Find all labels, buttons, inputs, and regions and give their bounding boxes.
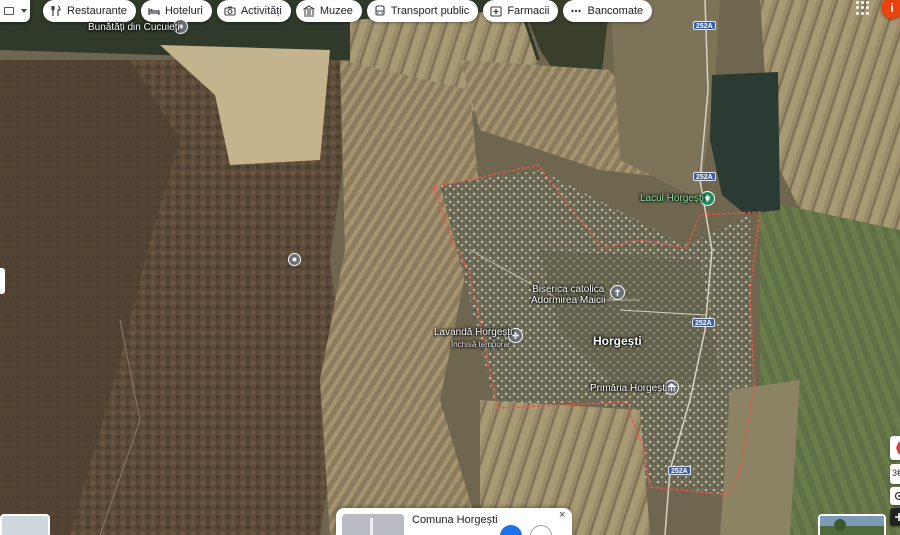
zoom-level-button[interactable]: 3€ <box>890 464 900 484</box>
menu-icon <box>3 7 14 15</box>
atm-icon <box>571 9 582 13</box>
category-chips: Restaurante Hoteluri Activități Muzee Tr… <box>43 0 653 22</box>
place-card-title: Comuna Horgești <box>412 514 498 526</box>
chip-restaurants[interactable]: Restaurante <box>43 0 136 22</box>
place-label-line: Biserica catolica <box>532 284 605 295</box>
plus-icon <box>895 513 900 521</box>
save-button[interactable] <box>530 525 552 535</box>
place-label-lavanda[interactable]: Lavandă Horgești <box>434 327 512 338</box>
museum-icon <box>302 5 315 17</box>
chip-pharmacies[interactable]: Farmacii <box>483 0 559 22</box>
lake-icon <box>704 194 711 203</box>
layers-thumbnail[interactable] <box>0 514 50 535</box>
chip-label: Farmacii <box>507 5 550 17</box>
compass-button[interactable] <box>890 436 900 460</box>
place-label-biserica[interactable]: Biserica catolica Adormirea Maicii <box>531 284 605 306</box>
place-card[interactable]: Comuna Horgești × <box>336 508 572 535</box>
pharmacy-icon <box>490 6 502 17</box>
place-photo[interactable] <box>342 514 404 535</box>
bed-icon <box>148 8 160 15</box>
street-view-thumbnail[interactable] <box>818 514 886 535</box>
chip-label: Transport public <box>390 5 470 17</box>
fork-knife-icon <box>51 5 61 16</box>
church-cross-icon <box>615 288 620 297</box>
layers-toggle[interactable] <box>0 0 30 22</box>
place-status-lavanda: Închisă temporar <box>451 340 511 349</box>
apps-grid-icon[interactable] <box>856 1 870 15</box>
place-pin-icon <box>292 257 297 262</box>
location-target-icon <box>894 491 900 501</box>
chip-label: Muzee <box>319 5 353 17</box>
place-pin-unnamed[interactable] <box>288 253 301 266</box>
road-shield: 252A <box>668 466 691 475</box>
zoom-value: 3€ <box>892 468 900 478</box>
chip-label: Restaurante <box>67 5 127 17</box>
place-pin-biserica[interactable] <box>610 285 625 300</box>
place-label-bunatati[interactable]: Bunătăți din Cucuieți <box>88 22 180 33</box>
place-label-line: Adormirea Maicii <box>531 295 606 306</box>
chip-museums[interactable]: Muzee <box>295 0 362 22</box>
account-avatar[interactable]: i <box>881 0 900 19</box>
close-icon[interactable]: × <box>559 510 565 521</box>
account-initial: i <box>890 1 894 15</box>
road-shield: 252A <box>693 21 716 30</box>
zoom-in-button[interactable] <box>890 508 900 526</box>
caret-down-icon <box>20 9 27 13</box>
bus-icon <box>375 5 385 16</box>
place-label-primaria[interactable]: Primăria Horgești <box>590 383 667 394</box>
road-shield: 252A <box>692 318 715 327</box>
town-hall-icon <box>667 383 676 392</box>
satellite-map[interactable] <box>0 0 900 535</box>
side-panel-toggle[interactable] <box>0 268 5 294</box>
chip-atms[interactable]: Bancomate <box>563 0 653 22</box>
place-label-village[interactable]: Horgești <box>593 335 642 347</box>
directions-button[interactable] <box>500 525 522 535</box>
place-label-lacul[interactable]: Lacul Horgești <box>640 193 704 204</box>
road-shield: 252A <box>693 172 716 181</box>
chip-activities[interactable]: Activități <box>216 0 291 22</box>
chip-label: Bancomate <box>587 5 644 17</box>
compass-icon <box>896 441 900 455</box>
chip-label: Activități <box>240 5 282 17</box>
my-location-button[interactable] <box>890 487 900 505</box>
chip-transit[interactable]: Transport public <box>366 0 479 22</box>
camera-icon <box>224 6 236 16</box>
chip-label: Hoteluri <box>164 5 203 17</box>
street-view-preview <box>820 516 884 535</box>
